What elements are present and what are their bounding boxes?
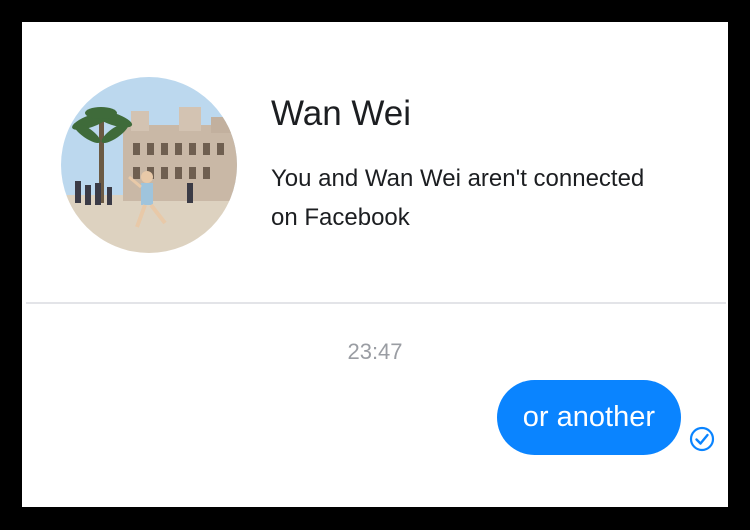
chat-screen: Wan Wei You and Wan Wei aren't connected…: [22, 22, 728, 507]
contact-name: Wan Wei: [271, 94, 412, 133]
sent-check-icon: [689, 426, 715, 452]
message-text: or another: [522, 401, 655, 433]
message-timestamp: 23:47: [347, 339, 403, 364]
divider: [26, 302, 726, 304]
connection-notice: You and Wan Wei aren't connected on Face…: [271, 165, 645, 231]
contact-avatar[interactable]: [61, 77, 237, 253]
avatar-photo: [61, 77, 237, 253]
message-bubble-outgoing[interactable]: or another: [496, 380, 681, 455]
